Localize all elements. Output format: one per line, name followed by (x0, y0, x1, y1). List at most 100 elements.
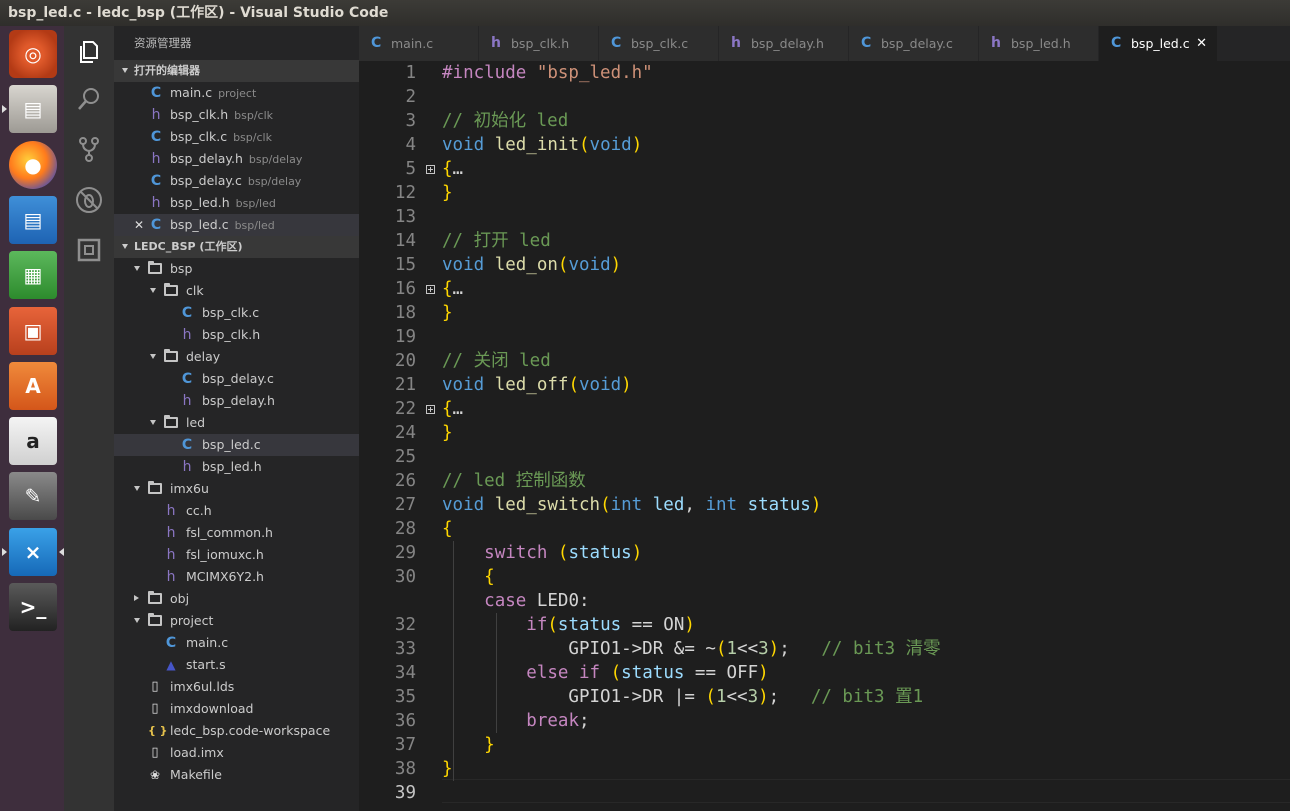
code-token: ( (579, 135, 590, 155)
editor-tab[interactable]: Cbsp_delay.c (849, 26, 979, 61)
explorer-title: 资源管理器 (134, 36, 192, 50)
tree-file[interactable]: h bsp_clk.h (114, 324, 359, 346)
tree-folder[interactable]: led (114, 412, 359, 434)
open-editors-header[interactable]: 打开的编辑器 (114, 60, 359, 82)
launcher-visual-studio-code-icon[interactable]: ⨯ (9, 527, 57, 576)
tree-file[interactable]: h bsp_delay.h (114, 390, 359, 412)
code-token: 3 (758, 639, 769, 659)
open-editors-title: 打开的编辑器 (134, 64, 200, 77)
editor-tab[interactable]: Cmain.c (359, 26, 479, 61)
tree-file[interactable]: Cbsp_led.c (114, 434, 359, 456)
tree-folder[interactable]: imx6u (114, 478, 359, 500)
chevron-right-icon[interactable] (134, 595, 139, 601)
open-editor-item[interactable]: Cmain.c project (114, 82, 359, 104)
line-number (359, 589, 416, 613)
search-icon[interactable] (75, 85, 103, 113)
close-icon[interactable]: ✕ (134, 214, 144, 236)
launcher-files-icon[interactable]: ▤ (9, 85, 57, 134)
line-number: 24 (394, 423, 416, 443)
launcher-libreoffice-impress-icon[interactable]: ▣ (9, 306, 57, 355)
launcher-libreoffice-calc-icon[interactable]: ▦ (9, 251, 57, 300)
workspace-header[interactable]: LEDC_BSP (工作区) (114, 236, 359, 258)
code-token: led_off (494, 375, 569, 395)
editor-tab[interactable]: h bsp_delay.h (719, 26, 849, 61)
close-icon[interactable]: ✕ (1196, 26, 1207, 61)
tree-file[interactable]: h fsl_common.h (114, 522, 359, 544)
open-editor-item[interactable]: Cbsp_clk.c bsp/clk (114, 126, 359, 148)
tree-file[interactable]: h fsl_iomuxc.h (114, 544, 359, 566)
chevron-down-icon[interactable] (150, 354, 156, 359)
code-token: == ON (621, 615, 685, 635)
open-editor-item[interactable]: Cbsp_delay.c bsp/delay (114, 170, 359, 192)
chevron-down-icon[interactable] (134, 618, 140, 623)
open-editor-path: bsp/clk (233, 131, 272, 144)
tree-file[interactable]: h MCIMX6Y2.h (114, 566, 359, 588)
fold-expand-icon[interactable] (426, 285, 435, 294)
open-editor-label: bsp_led.c bsp/led (170, 214, 275, 237)
tree-file[interactable]: ❀ Makefile (114, 764, 359, 786)
tree-folder-label: project (170, 613, 214, 628)
open-editor-item[interactable]: ✕ Cbsp_led.c bsp/led (114, 214, 359, 236)
file-icon: ▯ (151, 745, 159, 760)
tree-file[interactable]: { } ledc_bsp.code-workspace (114, 720, 359, 742)
code-token: void (568, 255, 611, 275)
code-token: led (652, 495, 685, 515)
line-number: 15 (394, 255, 416, 275)
fold-expand-icon[interactable] (426, 165, 435, 174)
tree-file[interactable]: h bsp_led.h (114, 456, 359, 478)
launcher-ubuntu-dash-icon[interactable]: ◎ (9, 30, 57, 78)
open-editor-label: bsp_led.h bsp/led (170, 192, 276, 215)
line-number: 14 (394, 231, 416, 251)
line-number: 30 (394, 567, 416, 587)
extensions-icon[interactable] (75, 236, 103, 264)
tree-file[interactable]: Cbsp_delay.c (114, 368, 359, 390)
tree-file[interactable]: Cbsp_clk.c (114, 302, 359, 324)
open-editor-item[interactable]: h bsp_led.h bsp/led (114, 192, 359, 214)
tree-file-label: fsl_iomuxc.h (186, 547, 264, 562)
code-token: int (705, 495, 738, 515)
launcher-amazon-icon[interactable]: a (9, 417, 57, 466)
chevron-down-icon[interactable] (134, 486, 140, 491)
code-token: ; (578, 711, 590, 731)
tree-file[interactable]: ▯ load.imx (114, 742, 359, 764)
editor-tab[interactable]: Cbsp_led.c ✕ (1099, 26, 1218, 61)
code-token: "bsp_led.h" (536, 63, 653, 83)
tree-file[interactable]: ▯ imxdownload (114, 698, 359, 720)
tree-file[interactable]: ▯ imx6ul.lds (114, 676, 359, 698)
editor-tab[interactable]: h bsp_clk.h (479, 26, 599, 61)
workspace-title: LEDC_BSP (工作区) (134, 240, 243, 253)
tree-folder[interactable]: obj (114, 588, 359, 610)
folder-icon (148, 481, 162, 494)
tree-folder[interactable]: bsp (114, 258, 359, 280)
tree-folder[interactable]: delay (114, 346, 359, 368)
code-editor[interactable]: 1 #include "bsp_led.h" 2 3 // 初始化 led 4 void l… (359, 61, 1290, 811)
launcher-firefox-icon[interactable]: ● (9, 140, 57, 189)
launcher-ubuntu-software-icon[interactable]: A (9, 361, 57, 410)
open-editor-item[interactable]: h bsp_delay.h bsp/delay (114, 148, 359, 170)
tree-file[interactable]: h cc.h (114, 500, 359, 522)
launcher-libreoffice-writer-icon[interactable]: ▤ (9, 195, 57, 244)
chevron-down-icon[interactable] (150, 288, 156, 293)
launcher-terminal-icon[interactable]: >_ (9, 583, 57, 631)
code-token: << (737, 639, 759, 659)
code-line: } (442, 733, 495, 757)
tab-label: bsp_clk.c (631, 36, 689, 51)
tree-file[interactable]: ▲ start.s (114, 654, 359, 676)
open-editor-item[interactable]: h bsp_clk.h bsp/clk (114, 104, 359, 126)
code-token: ) (621, 375, 632, 395)
chevron-down-icon[interactable] (134, 266, 140, 271)
editor-tab[interactable]: h bsp_led.h (979, 26, 1099, 61)
tree-file[interactable]: Cmain.c (114, 632, 359, 654)
debug-icon[interactable] (75, 186, 103, 214)
tree-folder[interactable]: clk (114, 280, 359, 302)
line-number: 33 (394, 639, 416, 659)
tree-folder[interactable]: project (114, 610, 359, 632)
code-line: {… (442, 277, 463, 301)
source-control-icon[interactable] (75, 135, 103, 163)
launcher-system-settings-icon[interactable]: ✎ (9, 472, 57, 521)
explorer-icon[interactable] (75, 37, 103, 65)
editor-tab[interactable]: Cbsp_clk.c (599, 26, 719, 61)
fold-expand-icon[interactable] (426, 405, 435, 414)
chevron-down-icon[interactable] (150, 420, 156, 425)
